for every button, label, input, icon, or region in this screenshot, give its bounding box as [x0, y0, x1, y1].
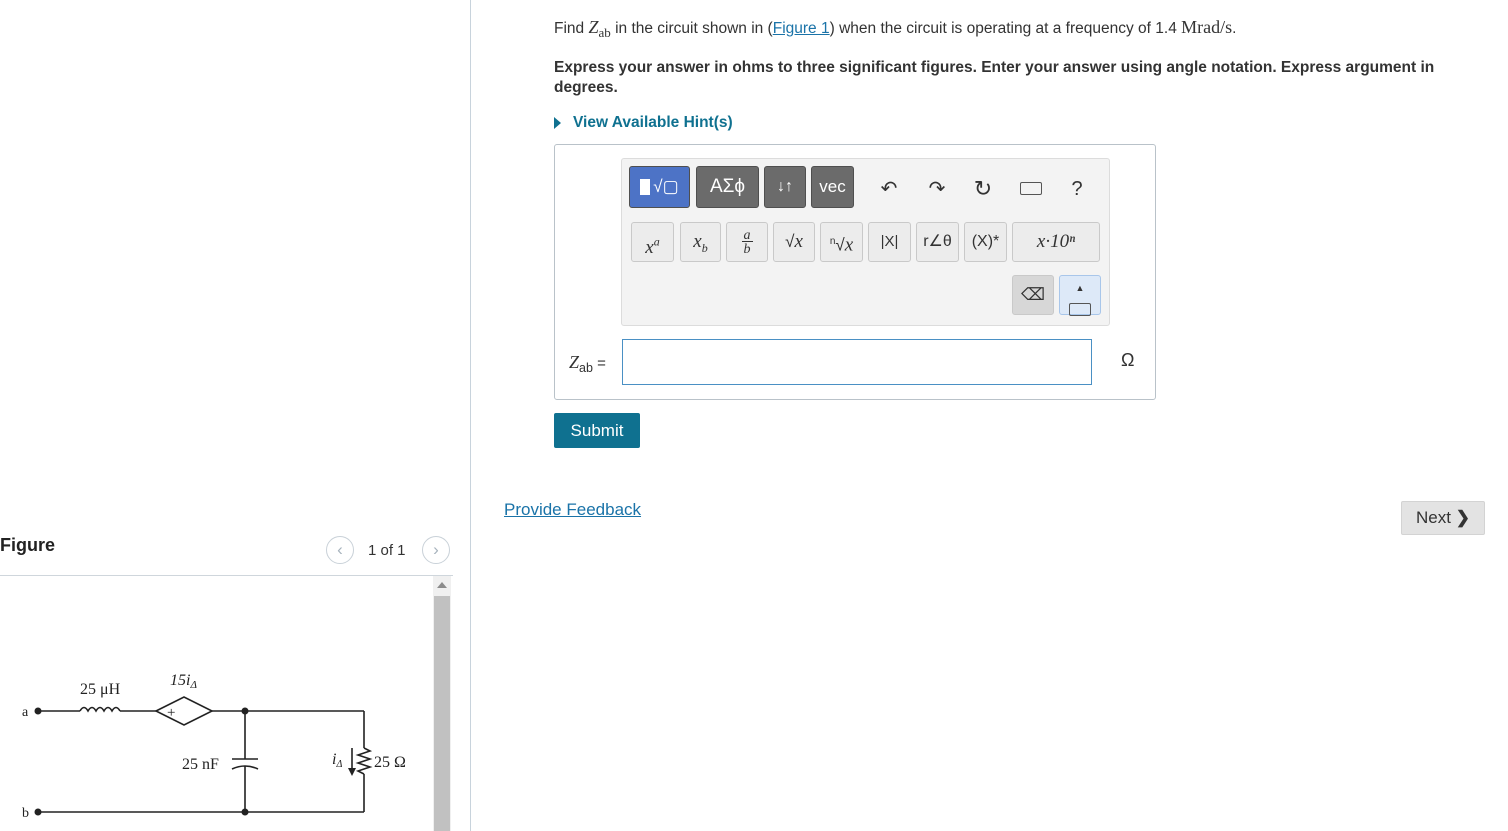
resistor-label: 25 Ω [374, 754, 406, 771]
current-label: iΔ [332, 751, 342, 770]
reset-icon[interactable]: ↻ [968, 174, 998, 204]
next-button[interactable]: Next ❯ [1401, 501, 1485, 535]
figure-scrollbar[interactable] [433, 576, 451, 831]
backspace-icon[interactable]: ⌫ [1012, 275, 1054, 315]
scientific-notation-button[interactable]: x·10ⁿ [1012, 222, 1100, 262]
view-hints-toggle[interactable]: View Available Hint(s) [554, 114, 1489, 132]
answer-input[interactable] [622, 339, 1092, 385]
figure-title: Figure [0, 535, 56, 555]
node-b-terminal [34, 808, 42, 816]
chevron-right-icon: ❯ [1455, 508, 1470, 527]
greek-symbols-button[interactable]: ΑΣϕ [696, 166, 759, 208]
square-root-button[interactable]: √x [773, 222, 815, 262]
expand-triangle-icon [554, 117, 561, 130]
provide-feedback-link[interactable]: Provide Feedback [504, 500, 641, 520]
scroll-up-icon[interactable] [437, 582, 447, 588]
superscript-button[interactable]: xa [631, 222, 674, 262]
panel-divider [470, 0, 471, 831]
polar-angle-button[interactable]: r∠θ [916, 222, 959, 262]
previous-figure-button[interactable]: ‹ [326, 536, 354, 564]
node-b-label: b [22, 806, 29, 821]
source-plus-label: + [167, 705, 175, 721]
node-a-terminal [34, 707, 42, 715]
keyboard-icon[interactable] [1016, 174, 1046, 204]
inductor-label: 25 μH [80, 681, 121, 698]
fraction-button[interactable]: ab [726, 222, 768, 262]
dependent-source-label: 15iΔ [170, 672, 197, 691]
templates-button[interactable]: √▢ [629, 166, 690, 208]
help-button[interactable]: ? [1062, 174, 1092, 204]
figure-link[interactable]: Figure 1 [773, 20, 830, 37]
vector-button[interactable]: vec [811, 166, 854, 208]
instructions-text: Express your answer in ohms to three sig… [554, 59, 1435, 97]
submit-button[interactable]: Submit [554, 413, 640, 448]
unit-label: Ω [1121, 350, 1135, 370]
figure-divider [0, 575, 453, 576]
figure-panel: Figure ‹ 1 of 1 › a b 25 μH 15iΔ + 25 nF… [0, 0, 470, 831]
arrows-button[interactable]: ↓↑ [764, 166, 806, 208]
figure-counter: 1 of 1 [368, 542, 406, 559]
undo-icon[interactable]: ↶ [874, 174, 904, 204]
subscript-button[interactable]: xb [680, 222, 721, 262]
current-arrow-icon [348, 768, 356, 776]
answer-label: Zab = [569, 352, 606, 375]
question-text: Find Zab in the circuit shown in (Figure… [554, 17, 1237, 41]
circuit-diagram: a b 25 μH 15iΔ + 25 nF iΔ 25 Ω [22, 672, 406, 821]
redo-icon[interactable]: ↷ [922, 174, 952, 204]
show-keyboard-icon[interactable]: ▲ [1059, 275, 1101, 317]
conjugate-button[interactable]: (X)* [964, 222, 1007, 262]
question-block: Find Zab in the circuit shown in (Figure… [554, 16, 1489, 132]
absolute-value-button[interactable]: |X| [868, 222, 911, 262]
capacitor-label: 25 nF [182, 756, 219, 773]
nth-root-button[interactable]: n√x [820, 222, 863, 262]
node-a-label: a [22, 705, 29, 720]
next-figure-button[interactable]: › [422, 536, 450, 564]
scroll-thumb[interactable] [434, 596, 450, 831]
